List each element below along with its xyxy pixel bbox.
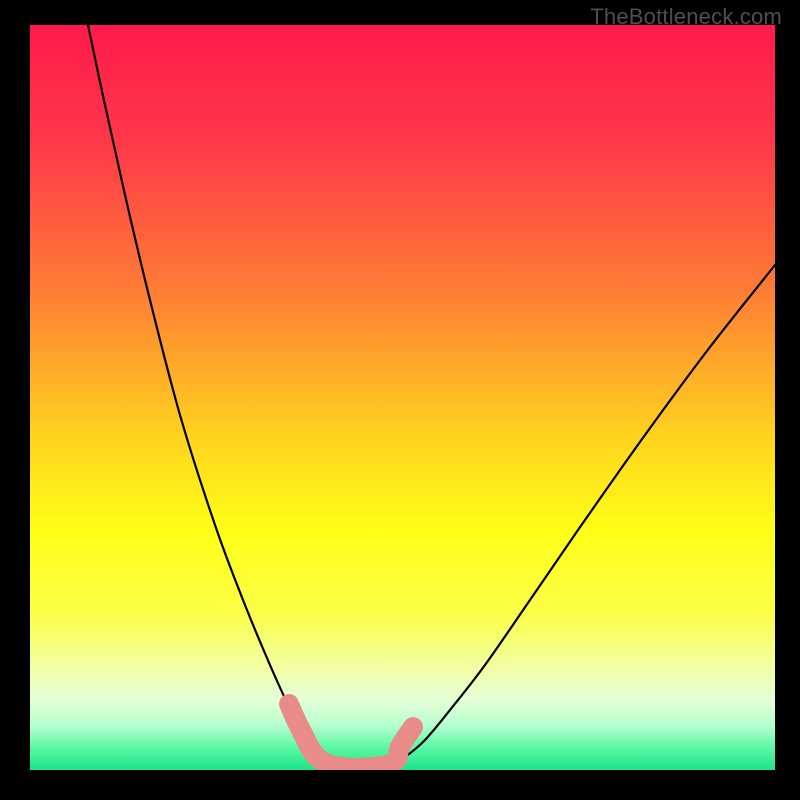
chart-frame: TheBottleneck.com [0,0,800,800]
marker-point [406,720,420,734]
plot-area [30,25,775,770]
watermark-text: TheBottleneck.com [590,4,782,30]
marker-point [391,738,409,756]
gradient-background [30,25,775,770]
chart-svg [30,25,775,770]
